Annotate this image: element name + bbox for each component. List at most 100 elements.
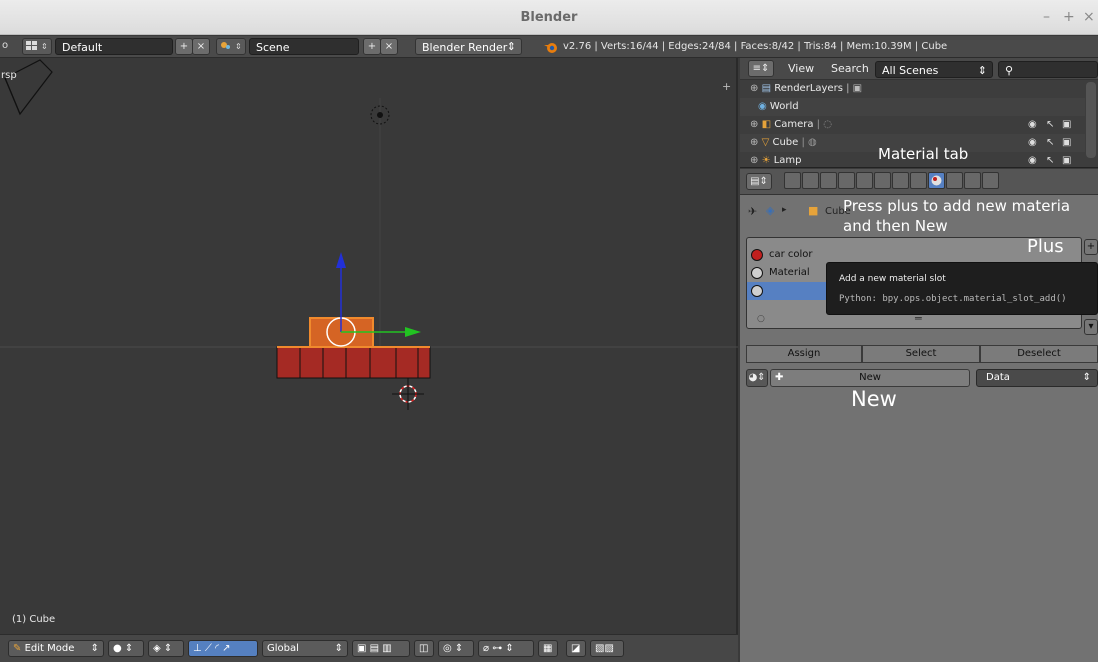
browse-material-button[interactable]: ◕⇕ (746, 369, 768, 387)
outliner-label: Camera (774, 119, 814, 130)
editor-type-icon[interactable]: ▤⇕ (746, 173, 772, 190)
render-camera-icon[interactable]: ▣ (1062, 134, 1071, 152)
world-icon: ◉ (758, 101, 767, 112)
toolshelf-toggle-icon[interactable]: + (722, 80, 731, 93)
dropdown-arrows-icon: ⇕ (977, 64, 987, 77)
render-button[interactable]: ◪ (566, 640, 586, 657)
maximize-button[interactable]: + (1063, 9, 1075, 25)
render-layers-tab[interactable] (802, 172, 819, 189)
mesh-icon: ▽ (761, 137, 770, 148)
renderlayer-icon: | ▣ (846, 83, 863, 94)
scene-tab[interactable] (820, 172, 837, 189)
selectable-arrow-icon[interactable]: ↖ (1046, 116, 1054, 134)
selectable-arrow-icon[interactable]: ↖ (1046, 134, 1054, 152)
expand-icon: ⊕ (750, 155, 759, 166)
constraints-tab[interactable] (874, 172, 891, 189)
menu-cutoff-text: o (2, 40, 9, 51)
select-mode-buttons[interactable]: ▣ ▤ ▥ (352, 640, 410, 657)
material-sphere-icon (751, 249, 763, 261)
viewport-header: ✎ Edit Mode ⇕ ● ⇕ ◈ ⇕ ⊥ ⟋ ◜ ↗ Global ⇕ ▣… (0, 634, 738, 662)
outliner-label: World (769, 101, 799, 112)
scene-field[interactable]: Scene (249, 38, 359, 55)
render-camera-icon[interactable]: ▣ (1062, 152, 1071, 167)
add-scene-button[interactable]: + (363, 38, 381, 55)
render-animation-button[interactable]: ▧▨ (590, 640, 624, 657)
svg-text:⇕: ⇕ (41, 42, 48, 51)
search-menu[interactable]: Search (831, 62, 869, 75)
material-tab[interactable] (928, 172, 945, 189)
mode-label: Edit Mode (24, 643, 75, 654)
display-filter-label: All Scenes (882, 64, 939, 77)
tooltip: Add a new material slot Python: bpy.ops.… (826, 262, 1098, 315)
world-tab[interactable] (838, 172, 855, 189)
pivot-dropdown[interactable]: ◈ ⇕ (148, 640, 184, 657)
delete-scene-button[interactable]: × (380, 38, 398, 55)
delete-screen-button[interactable]: × (192, 38, 210, 55)
orientation-dropdown[interactable]: Global ⇕ (262, 640, 348, 657)
add-icon: ✚ (775, 372, 784, 383)
pin-icon[interactable]: ✈ (748, 205, 757, 218)
shading-dropdown[interactable]: ● ⇕ (108, 640, 144, 657)
new-material-button[interactable]: ✚ New (770, 369, 970, 387)
mesh-cube (276, 317, 431, 379)
screen-layout-icon[interactable]: ⇕ (22, 38, 52, 55)
render-engine-dropdown[interactable]: Blender Render ⇕ (415, 38, 522, 55)
outliner-row-world[interactable]: ◉ World (740, 98, 1085, 116)
render-tab[interactable] (784, 172, 801, 189)
link-dropdown[interactable]: Data ⇕ (976, 369, 1098, 387)
manipulator-buttons[interactable]: ⊥ ⟋ ◜ ↗ (188, 640, 258, 657)
material-sphere-icon (751, 267, 763, 279)
mesh-data-icon: | ◍ (801, 137, 817, 148)
select-button[interactable]: Select (862, 345, 980, 363)
deselect-button[interactable]: Deselect (980, 345, 1098, 363)
selectable-arrow-icon[interactable]: ↖ (1046, 152, 1054, 167)
editor-type-icon[interactable]: ≡⇕ (748, 60, 774, 77)
annotation-then-new: and then New (843, 217, 948, 235)
dropdown-arrows-icon: ⇕ (334, 643, 343, 654)
snap-target-button[interactable]: ▦ (538, 640, 558, 657)
close-button[interactable]: × (1083, 9, 1095, 25)
orientation-label: Global (267, 643, 299, 654)
scene-icon[interactable]: ⇕ (216, 38, 246, 55)
snap-buttons[interactable]: ⌀ ⊶ ⇕ (478, 640, 534, 657)
occlude-geometry-button[interactable]: ◫ (414, 640, 434, 657)
object-tab[interactable] (856, 172, 873, 189)
screen-layout-field[interactable]: Default (55, 38, 173, 55)
annotation-press-plus: Press plus to add new materia (843, 197, 1071, 215)
minimize-button[interactable]: – (1043, 9, 1050, 25)
outliner-row-renderlayers[interactable]: ⊕ ▤ RenderLayers | ▣ (740, 80, 1085, 98)
list-filter-icon[interactable]: ○ (757, 314, 765, 324)
display-filter-dropdown[interactable]: All Scenes ⇕ (875, 61, 993, 78)
renderlayers-icon: ▤ (761, 83, 772, 94)
visibility-eye-icon[interactable]: ◉ (1028, 116, 1037, 134)
add-screen-button[interactable]: + (175, 38, 193, 55)
camera-data-icon: | ◌ (816, 119, 832, 130)
mode-dropdown[interactable]: ✎ Edit Mode ⇕ (8, 640, 104, 657)
view-menu[interactable]: View (788, 62, 814, 75)
material-sphere-icon (751, 285, 763, 297)
proportional-edit-dropdown[interactable]: ◎ ⇕ (438, 640, 474, 657)
object-breadcrumb-icon: ◈ (766, 204, 775, 217)
move-slot-down-button[interactable]: ▾ (1084, 319, 1098, 335)
add-material-slot-button[interactable]: + (1084, 239, 1098, 255)
render-engine-label: Blender Render (422, 41, 508, 54)
physics-tab[interactable] (982, 172, 999, 189)
render-camera-icon[interactable]: ▣ (1062, 116, 1071, 134)
outliner-scrollbar[interactable] (1086, 82, 1096, 158)
outliner-search-input[interactable]: ⚲ (998, 61, 1098, 78)
blender-logo-icon (543, 39, 559, 58)
visibility-eye-icon[interactable]: ◉ (1028, 152, 1037, 167)
outliner-row-camera[interactable]: ⊕ ◧ Camera | ◌ ◉ ↖ ▣ (740, 116, 1085, 134)
3d-viewport[interactable]: rsp + (1) Cube (0, 58, 738, 634)
camera-icon: ◧ (761, 119, 772, 130)
link-label: Data (986, 372, 1010, 383)
texture-tab[interactable] (946, 172, 963, 189)
data-tab[interactable] (910, 172, 927, 189)
outliner-label: Cube (772, 137, 799, 148)
modifiers-tab[interactable] (892, 172, 909, 189)
new-material-label: New (859, 372, 881, 383)
particles-tab[interactable] (964, 172, 981, 189)
visibility-eye-icon[interactable]: ◉ (1028, 134, 1037, 152)
view-name-label: rsp (1, 70, 17, 81)
assign-button[interactable]: Assign (746, 345, 862, 363)
